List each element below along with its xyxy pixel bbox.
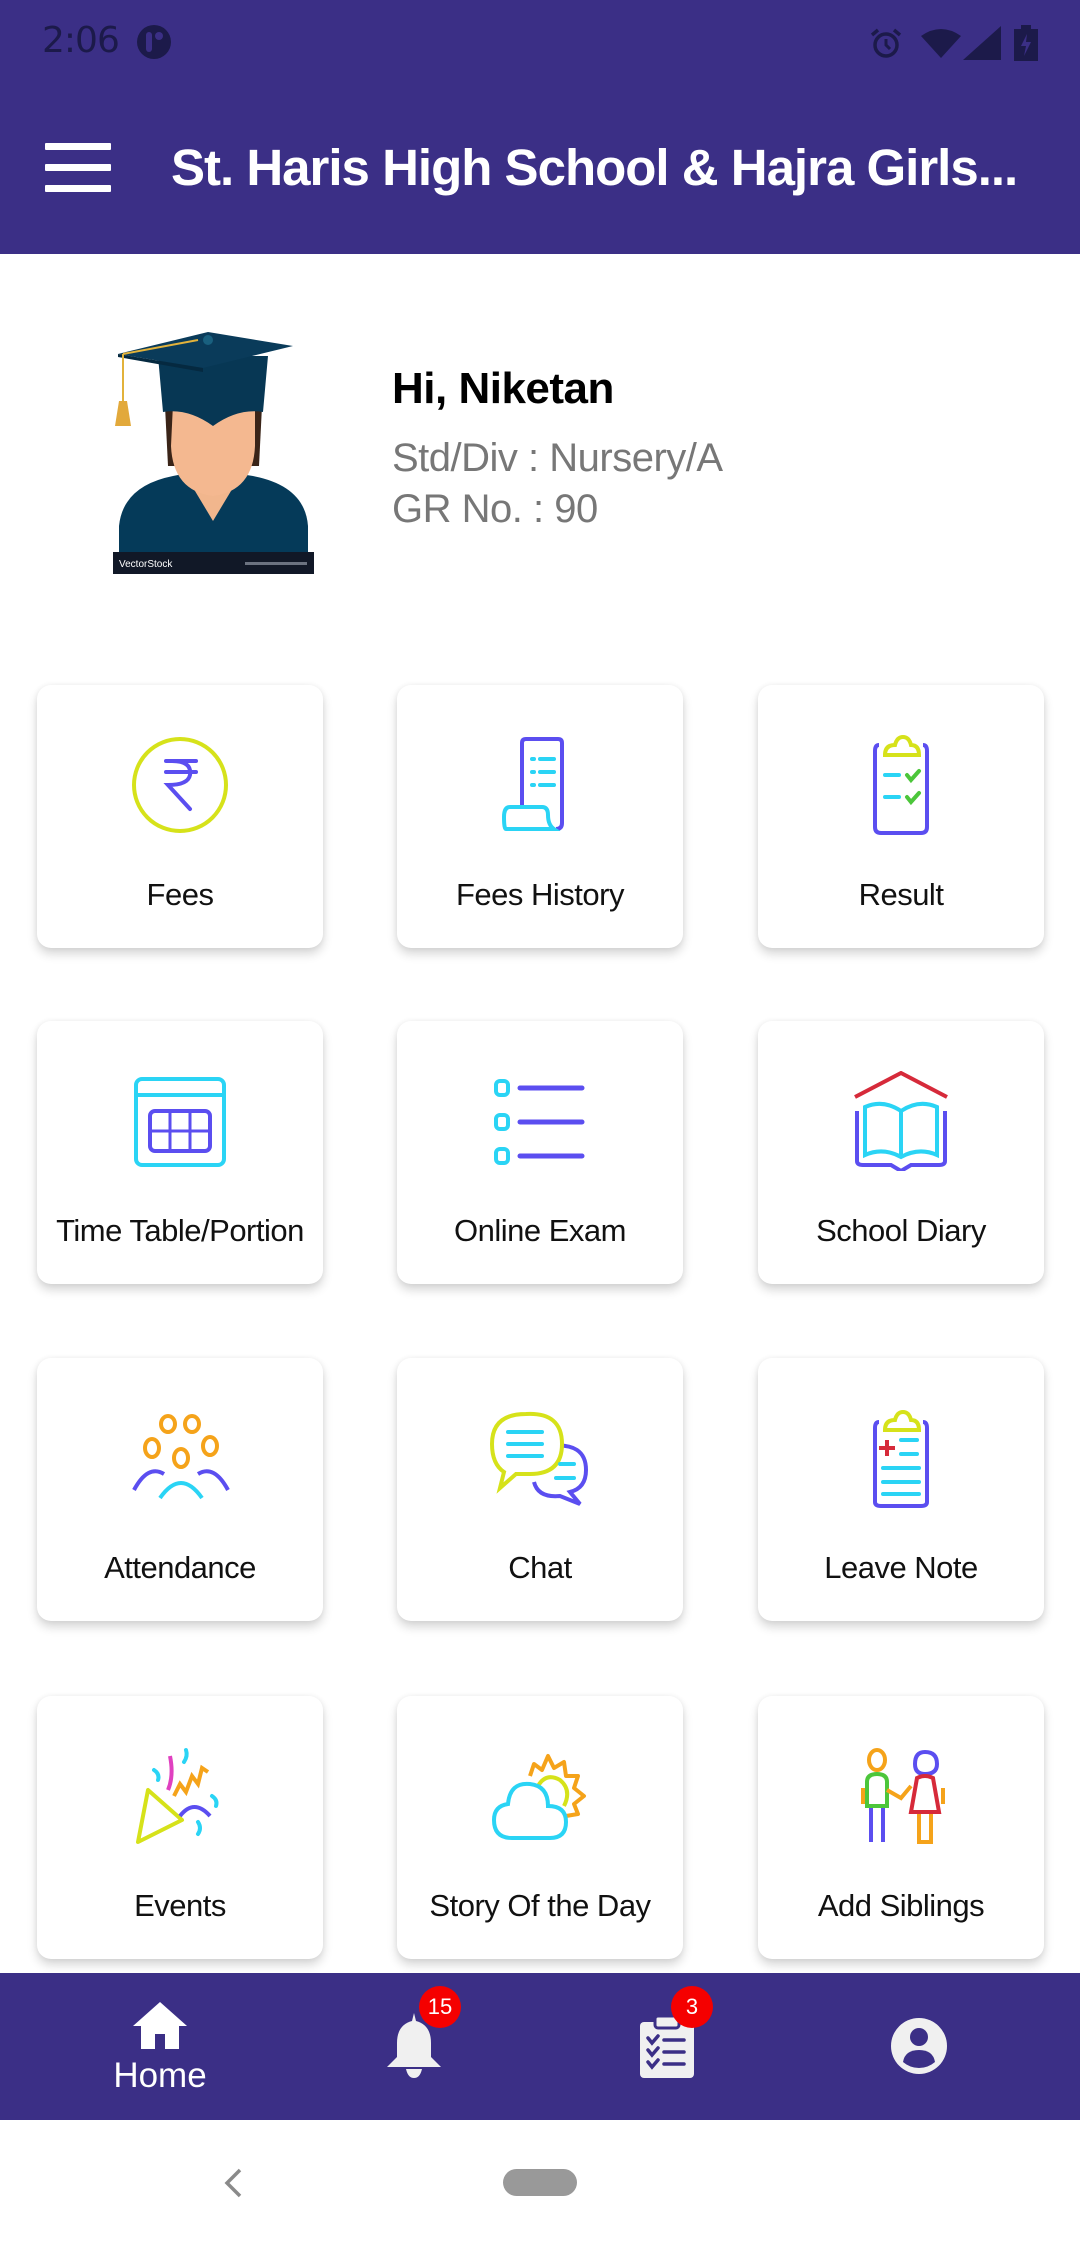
- clipboard-check-icon: [873, 735, 929, 835]
- sun-cloud-icon: [491, 1754, 586, 1840]
- receipt-scroll-icon: [501, 737, 564, 831]
- menu-card-label: School Diary: [816, 1213, 986, 1248]
- nav-home-label: Home: [113, 2056, 207, 2095]
- menu-card-label: Online Exam: [454, 1213, 626, 1248]
- home-pill[interactable]: [503, 2169, 577, 2196]
- menu-card-label: Leave Note: [824, 1550, 978, 1585]
- menu-card-story-of-the-day[interactable]: Story Of the Day: [397, 1696, 683, 1959]
- battery-charging-icon: [1014, 25, 1038, 61]
- status-time: 2:06: [42, 20, 120, 61]
- back-chevron-icon[interactable]: [222, 2168, 244, 2198]
- calendar-grid-icon: [134, 1077, 226, 1167]
- avatar-watermark: VectorStock: [119, 559, 173, 570]
- menu-card-events[interactable]: Events: [37, 1696, 323, 1959]
- rupee-coin-icon: [132, 737, 228, 833]
- menu-card-chat[interactable]: Chat: [397, 1358, 683, 1621]
- siblings-icon: [861, 1748, 945, 1844]
- alarm-icon: [870, 28, 902, 58]
- app-notification-icon: [137, 25, 171, 59]
- bottom-navigation-bar: Home 15 3: [0, 1973, 1080, 2120]
- checklist-icon: [494, 1079, 585, 1165]
- nav-profile-tab[interactable]: [830, 1973, 1010, 2120]
- page-title: St. Haris High School & Hajra Girls...: [171, 139, 1018, 196]
- hamburger-menu-icon[interactable]: [45, 143, 111, 193]
- menu-card-fees-history[interactable]: Fees History: [397, 685, 683, 948]
- notifications-badge: 15: [419, 1986, 461, 2028]
- graduate-student-avatar: VectorStock: [113, 332, 314, 574]
- menu-card-label: Add Siblings: [817, 1888, 985, 1923]
- menu-card-label: Story Of the Day: [429, 1888, 651, 1923]
- greeting-text: Hi, Niketan: [392, 364, 614, 413]
- nav-notifications-tab[interactable]: 15: [323, 1973, 503, 2120]
- gr-number-text: GR No. : 90: [392, 487, 598, 531]
- tasks-badge: 3: [671, 1986, 713, 2028]
- cellular-signal-icon: [963, 26, 1001, 60]
- menu-card-label: Result: [858, 877, 944, 912]
- nav-tasks-tab[interactable]: 3: [577, 1973, 757, 2120]
- menu-card-leave-note[interactable]: Leave Note: [758, 1358, 1044, 1621]
- menu-card-school-diary[interactable]: School Diary: [758, 1021, 1044, 1284]
- open-book-icon: [854, 1071, 948, 1171]
- menu-card-label: Fees History: [456, 877, 624, 912]
- menu-card-label: Time Table/Portion: [56, 1213, 304, 1248]
- menu-card-fees[interactable]: Fees: [37, 685, 323, 948]
- menu-card-online-exam[interactable]: Online Exam: [397, 1021, 683, 1284]
- party-popper-icon: [136, 1748, 219, 1844]
- group-people-icon: [132, 1414, 230, 1500]
- home-icon: [133, 2002, 187, 2049]
- menu-card-attendance[interactable]: Attendance: [37, 1358, 323, 1621]
- menu-card-time-table[interactable]: Time Table/Portion: [37, 1021, 323, 1284]
- menu-card-label: Fees: [146, 877, 214, 912]
- medical-clipboard-icon: [873, 1409, 929, 1508]
- chat-bubbles-icon: [490, 1411, 589, 1506]
- menu-card-label: Attendance: [104, 1550, 256, 1585]
- std-div-text: Std/Div : Nursery/A: [392, 436, 723, 480]
- menu-card-add-siblings[interactable]: Add Siblings: [758, 1696, 1044, 1959]
- account-circle-icon: [891, 2018, 947, 2074]
- menu-card-label: Events: [134, 1888, 226, 1923]
- menu-card-label: Chat: [508, 1550, 572, 1585]
- menu-card-result[interactable]: Result: [758, 685, 1044, 948]
- wifi-icon: [921, 29, 961, 58]
- nav-home-tab[interactable]: Home: [70, 1973, 250, 2120]
